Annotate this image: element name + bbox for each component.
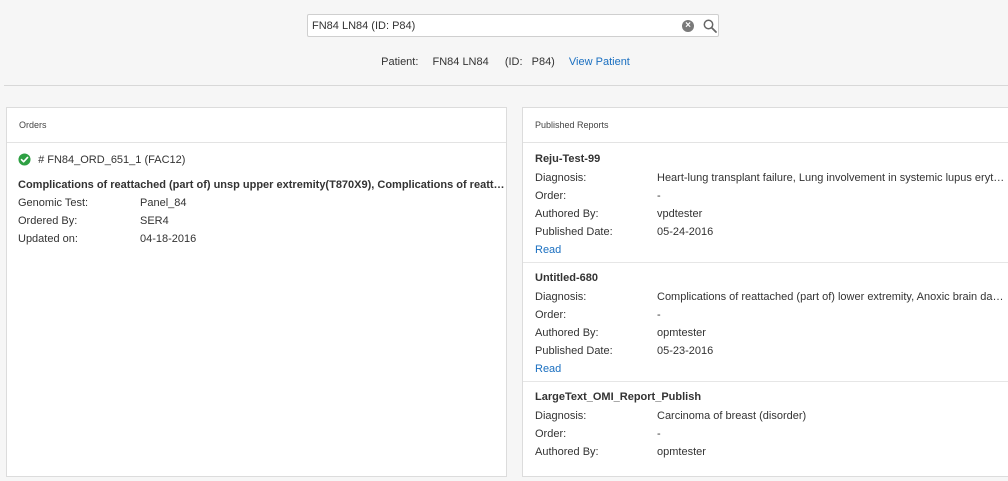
report-item: Reju-Test-99 Diagnosis: Heart-lung trans… bbox=[523, 143, 1008, 263]
authored-by-value: opmtester bbox=[657, 327, 706, 339]
diagnosis-value: Complications of reattached (part of) lo… bbox=[657, 291, 1008, 303]
orders-panel: Orders # FN84_ORD_651_1 (FAC12) Complica… bbox=[6, 107, 507, 477]
report-item: Untitled-680 Diagnosis: Complications of… bbox=[523, 262, 1008, 382]
patient-id-value: P84) bbox=[531, 56, 555, 68]
published-date-label: Published Date: bbox=[535, 226, 613, 238]
order-value: - bbox=[657, 190, 661, 202]
order-diagnosis: Complications of reattached (part of) un… bbox=[18, 179, 506, 191]
patient-label: Patient: bbox=[381, 56, 419, 68]
report-title: Untitled-680 bbox=[535, 272, 598, 284]
order-label: Order: bbox=[535, 190, 567, 202]
patient-id-label: (ID: bbox=[504, 56, 523, 68]
diagnosis-label: Diagnosis: bbox=[535, 172, 587, 184]
read-link[interactable]: Read bbox=[535, 363, 561, 375]
diagnosis-label: Diagnosis: bbox=[535, 410, 587, 422]
ordered-by-label: Ordered By: bbox=[18, 215, 78, 227]
report-item: LargeText_OMI_Report_Publish Diagnosis: … bbox=[523, 381, 1008, 481]
authored-by-value: vpdtester bbox=[657, 208, 703, 220]
divider bbox=[4, 85, 1008, 86]
search-input[interactable] bbox=[308, 15, 672, 36]
search-box[interactable]: × bbox=[307, 14, 719, 37]
order-heading[interactable]: # FN84_ORD_651_1 (FAC12) bbox=[18, 153, 185, 166]
view-patient-link[interactable]: View Patient bbox=[569, 56, 630, 68]
patient-info: Patient: FN84 LN84 (ID: P84) View Patien… bbox=[0, 56, 1008, 68]
authored-by-label: Authored By: bbox=[535, 208, 599, 220]
published-reports-panel: Published Reports Reju-Test-99 Diagnosis… bbox=[522, 107, 1008, 477]
published-date-value: 05-24-2016 bbox=[657, 226, 714, 238]
genomic-test-value: Panel_84 bbox=[140, 197, 187, 209]
diagnosis-label: Diagnosis: bbox=[535, 291, 587, 303]
authored-by-label: Authored By: bbox=[535, 327, 599, 339]
authored-by-label: Authored By: bbox=[535, 446, 599, 458]
order-value: - bbox=[657, 309, 661, 321]
search-icon[interactable] bbox=[702, 18, 718, 34]
report-title: LargeText_OMI_Report_Publish bbox=[535, 391, 702, 403]
reports-header: Published Reports bbox=[523, 108, 1008, 143]
read-link[interactable]: Read bbox=[535, 244, 561, 256]
diagnosis-value: Heart-lung transplant failure, Lung invo… bbox=[657, 172, 1008, 184]
authored-by-value: opmtester bbox=[657, 446, 706, 458]
order-label: Order: bbox=[535, 428, 567, 440]
clear-icon[interactable]: × bbox=[682, 20, 694, 32]
genomic-test-label: Genomic Test: bbox=[18, 197, 89, 209]
order-facility: (FAC12) bbox=[144, 154, 186, 166]
published-date-label: Published Date: bbox=[535, 345, 613, 357]
orders-header: Orders bbox=[7, 108, 506, 143]
check-circle-icon bbox=[18, 153, 31, 166]
updated-on-label: Updated on: bbox=[18, 233, 78, 245]
ordered-by-value: SER4 bbox=[140, 215, 169, 227]
patient-name: FN84 LN84 bbox=[432, 56, 489, 68]
updated-on-value: 04-18-2016 bbox=[140, 233, 197, 245]
published-date-value: 05-23-2016 bbox=[657, 345, 714, 357]
diagnosis-value: Carcinoma of breast (disorder) bbox=[657, 410, 807, 422]
order-value: - bbox=[657, 428, 661, 440]
report-title: Reju-Test-99 bbox=[535, 153, 601, 165]
order-id: # FN84_ORD_651_1 bbox=[38, 154, 142, 166]
order-label: Order: bbox=[535, 309, 567, 321]
